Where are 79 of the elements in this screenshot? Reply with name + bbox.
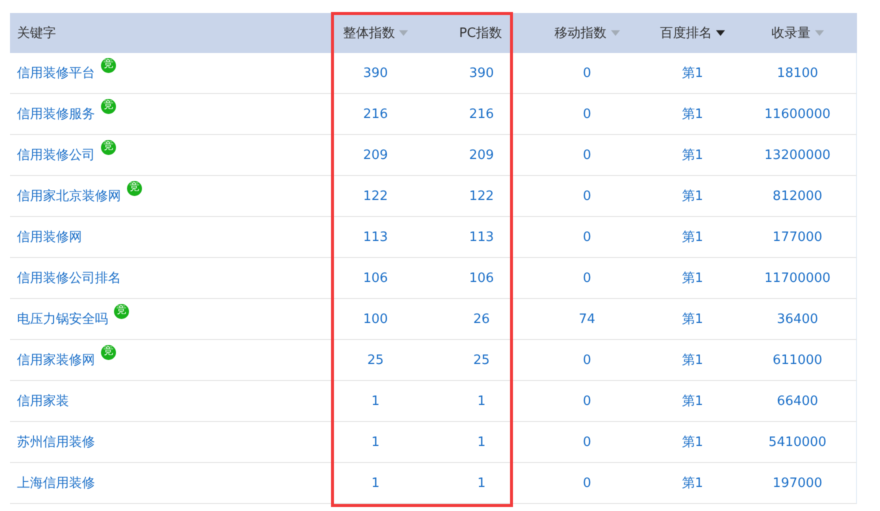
column-header[interactable]: 百度排名	[660, 24, 725, 42]
table-cell: 106	[363, 270, 388, 286]
table-cell: 0	[582, 230, 592, 244]
table-cell-text: 第1	[682, 352, 704, 369]
table-cell: 122	[469, 188, 494, 204]
table-cell: 1	[371, 434, 380, 450]
table-cell: 5410000	[768, 434, 826, 450]
competition-badge: 竞	[127, 180, 142, 196]
table-cell-text: 第1	[682, 147, 704, 164]
table-cell: 11700000	[764, 270, 831, 286]
table-cell: 0	[582, 394, 592, 408]
keyword-link[interactable]: 信用家装	[17, 392, 69, 410]
table-cell: 25	[367, 352, 384, 368]
table-cell: 390	[363, 66, 388, 80]
competition-badge: 竞	[101, 140, 116, 154]
keyword-link[interactable]: 信用家北京装修网	[17, 187, 121, 205]
table-cell: 0	[582, 188, 592, 204]
keyword-link[interactable]: 信用装修网	[17, 228, 82, 246]
table-cell: 106	[469, 270, 494, 286]
competition-badge: 竞	[101, 58, 116, 72]
table-cell: 36400	[776, 312, 818, 326]
table-cell: 26	[473, 312, 490, 326]
keyword-link[interactable]: 信用装修服务	[17, 105, 95, 123]
table-cell: 390	[469, 66, 494, 80]
table-cell: 122	[363, 188, 388, 204]
table-cell: 209	[469, 148, 494, 162]
table-cell: 74	[578, 312, 596, 326]
table-cell: 0	[582, 352, 592, 368]
table-cell: 25	[473, 352, 490, 368]
keyword-link[interactable]: 上海信用装修	[17, 474, 95, 492]
table-cell: 113	[469, 230, 494, 244]
table-cell: 0	[582, 434, 592, 450]
table-cell-text: 第1	[682, 393, 704, 410]
table-cell-text: 第1	[682, 270, 704, 287]
column-header: 关键字	[17, 25, 56, 42]
table-cell-text: 第1	[682, 475, 704, 492]
table-cell: 0	[582, 148, 592, 162]
table-cell: 0	[582, 66, 592, 80]
table-cell-text: 第1	[682, 65, 704, 82]
table-cell: 13200000	[764, 148, 831, 162]
table-cell: 216	[469, 106, 494, 122]
keyword-link[interactable]: 信用装修平台	[17, 64, 95, 82]
column-header[interactable]: 整体指数	[343, 24, 408, 42]
sort-arrow-icon[interactable]	[716, 30, 725, 36]
keyword-link[interactable]: 信用装修公司	[17, 146, 95, 164]
competition-badge: 竞	[114, 304, 129, 318]
table-cell-text: 第1	[682, 229, 704, 246]
table-cell: 0	[582, 270, 592, 286]
table-cell-text: 第1	[682, 311, 704, 328]
column-header: PC指数	[459, 25, 502, 42]
keyword-link[interactable]: 信用装修公司排名	[17, 269, 121, 287]
table-cell: 66400	[776, 394, 818, 408]
keyword-link[interactable]: 信用家装修网	[17, 351, 95, 369]
table-cell: 1	[477, 434, 486, 450]
table-cell: 100	[363, 312, 388, 326]
table-cell: 216	[363, 106, 388, 122]
table-cell: 209	[363, 148, 388, 162]
table-cell: 18100	[776, 66, 818, 80]
table-cell-text: 第1	[682, 106, 704, 123]
keyword-link[interactable]: 苏州信用装修	[17, 433, 95, 451]
column-header[interactable]: 移动指数	[554, 24, 620, 42]
table-cell: 0	[582, 106, 592, 122]
table-cell: 812000	[772, 188, 822, 204]
table-cell: 611000	[772, 352, 822, 368]
table-cell: 1	[477, 476, 486, 490]
table-cell: 113	[363, 230, 388, 244]
table-cell-text: 第1	[682, 188, 704, 205]
competition-badge: 竞	[101, 344, 116, 360]
competition-badge: 竞	[101, 98, 116, 114]
table-cell: 1	[477, 394, 486, 408]
table-cell: 11600000	[764, 106, 831, 122]
table-cell-text: 第1	[682, 434, 704, 451]
table-cell: 1	[371, 394, 380, 408]
column-header[interactable]: 收录量	[772, 24, 824, 42]
table-cell: 1	[371, 476, 380, 490]
table-cell: 197000	[772, 476, 822, 490]
table-cell: 0	[582, 476, 592, 490]
keyword-link[interactable]: 电压力锅安全吗	[17, 310, 108, 328]
table-cell: 177000	[772, 230, 822, 244]
